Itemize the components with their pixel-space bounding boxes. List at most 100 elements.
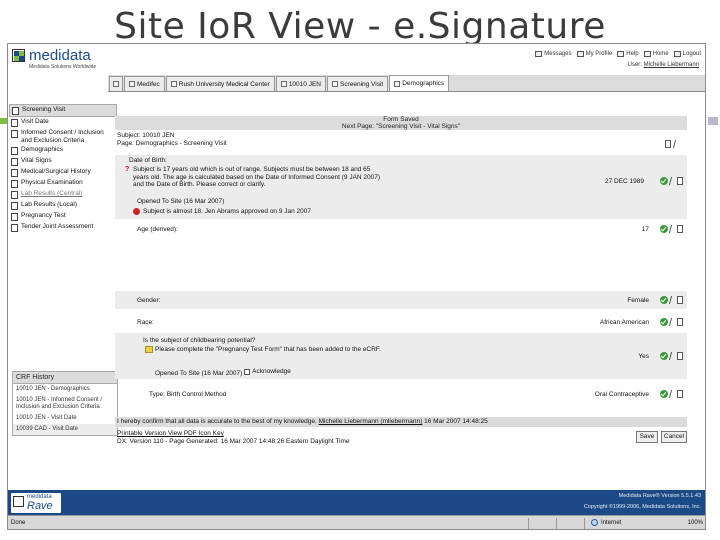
tab-subject[interactable]: 10010 JEN <box>275 76 326 91</box>
folder-icon <box>129 81 135 87</box>
rave-logo: medidata Rave <box>11 493 61 513</box>
age-value: 17 <box>641 226 649 233</box>
audit-icon[interactable] <box>677 352 683 360</box>
folder-icon <box>331 81 338 87</box>
field-row-birth-control: Type: Birth Control Method Oral Contrace… <box>115 387 687 405</box>
nav-item-lab-central[interactable]: Lab Results (Central) <box>9 189 117 200</box>
field-actions <box>660 296 683 304</box>
pencil-icon[interactable] <box>668 318 677 326</box>
nav-item-physical-exam[interactable]: Physical Examination <box>9 178 117 189</box>
verified-check-icon[interactable] <box>660 390 668 398</box>
medidata-logo[interactable]: medidata Medidata Solutions Worldwide <box>12 47 112 71</box>
browser-window: medidata Medidata Solutions Worldwide Me… <box>7 43 706 530</box>
verified-check-icon[interactable] <box>660 318 668 326</box>
app-footer: medidata Rave Medidata Rave® Version 5.5… <box>8 490 705 515</box>
visit-navigation: Screening Visit Visit Date Informed Cons… <box>9 104 118 476</box>
save-button[interactable]: Save <box>636 431 658 443</box>
audit-icon[interactable] <box>677 296 683 304</box>
crf-history-item[interactable]: 10039 CAD - Visit Date <box>13 424 117 435</box>
help-link[interactable]: Help <box>617 51 639 57</box>
version-info: DX: Version 110 - Page Generated: 16 Mar… <box>117 437 350 445</box>
cancel-button[interactable]: Cancel <box>661 431 687 443</box>
pencil-icon[interactable] <box>668 352 677 360</box>
audit-icon[interactable] <box>677 177 683 185</box>
audit-icon[interactable] <box>677 225 683 233</box>
audit-icon[interactable] <box>677 318 683 326</box>
stop-icon <box>133 208 140 215</box>
page-tools <box>665 140 681 148</box>
field-label: Type: Birth Control Method <box>149 391 227 398</box>
tab-home[interactable] <box>109 76 123 91</box>
sticky-note: Please complete the "Pregnancy Test Form… <box>145 346 405 354</box>
field-actions <box>660 352 683 360</box>
crf-form: Form Saved Next Page: "Screening Visit -… <box>115 104 687 445</box>
field-label: Gender: <box>137 297 161 304</box>
crf-history-item[interactable]: 10010 JEN - Visit Date <box>13 413 117 424</box>
tab-site[interactable]: Rush University Medical Center <box>165 76 275 91</box>
nav-item-pregnancy-test[interactable]: Pregnancy Test <box>9 211 117 222</box>
logout-link[interactable]: Logout <box>673 51 701 57</box>
status-text: Done <box>11 520 26 526</box>
document-icon <box>11 191 18 199</box>
pencil-icon[interactable] <box>668 296 677 304</box>
sticky-opened-status: Opened To Site (16 Mar 2007) Acknowledge <box>155 368 291 377</box>
print-links[interactable]: Printable Version View PDF Icon Key <box>117 430 350 438</box>
next-page-link[interactable]: Next Page: "Screening Visit - Vital Sign… <box>115 123 687 130</box>
verified-check-icon[interactable] <box>660 177 668 185</box>
verified-check-icon[interactable] <box>660 225 668 233</box>
my-profile-link[interactable]: My Profile <box>576 51 612 57</box>
approval-note: Subject is almost 18. Jen Abrams approve… <box>133 208 311 216</box>
house-icon <box>113 81 119 87</box>
verified-check-icon[interactable] <box>660 352 668 360</box>
medidata-logo-icon <box>12 49 25 62</box>
zoom-level[interactable]: 100% <box>688 520 703 526</box>
nav-item-screening-visit[interactable]: Screening Visit <box>9 104 117 117</box>
verified-check-icon[interactable] <box>660 296 668 304</box>
sticky-note-icon <box>145 346 153 353</box>
user-name-link[interactable]: Michelle Liebermann <box>644 62 699 68</box>
footer-copyright: Copyright ©1999-2006, Medidata Solutions… <box>583 504 701 510</box>
pencil-icon[interactable] <box>668 177 677 185</box>
document-icon <box>11 130 18 138</box>
crf-history-title: CRF History <box>13 372 117 384</box>
nav-item-medical-history[interactable]: Medical/Surgical History <box>9 167 117 178</box>
pencil-icon[interactable] <box>668 390 677 398</box>
field-actions <box>660 390 683 398</box>
status-divider <box>528 518 529 529</box>
globe-icon <box>591 519 598 526</box>
form-saved-banner: Form Saved Next Page: "Screening Visit -… <box>115 116 687 130</box>
status-divider <box>584 518 585 529</box>
tab-visit[interactable]: Screening Visit <box>326 76 389 91</box>
field-actions <box>660 177 683 185</box>
pencil-icon[interactable] <box>668 225 677 233</box>
medidata-logo-icon <box>13 496 24 507</box>
signature-icon[interactable] <box>665 140 671 148</box>
nav-item-lab-local[interactable]: Lab Results (Local) <box>9 200 117 211</box>
query-message: ? Subject is 17 years old which is out o… <box>125 166 381 188</box>
query-opened-status: Opened To Site (16 Mar 2007) <box>137 198 225 205</box>
field-label: Date of Birth: <box>129 157 167 164</box>
document-icon <box>11 119 18 127</box>
field-row-childbearing: Is the subject of childbearing potential… <box>115 333 687 379</box>
crf-history-item[interactable]: 10010 JEN - Demographics <box>13 384 117 395</box>
nav-item-tender-joint[interactable]: Tender Joint Assessment <box>9 222 117 233</box>
nav-item-visit-date[interactable]: Visit Date <box>9 117 117 128</box>
messages-link[interactable]: Messages <box>535 51 572 57</box>
folder-icon <box>12 107 19 115</box>
subject-label: Subject: 10010 JEN <box>117 132 175 139</box>
header-links: Messages My Profile Help Home Logout <box>535 51 701 57</box>
tab-demographics[interactable]: Demographics <box>389 75 450 91</box>
nav-item-vital-signs[interactable]: Vital Signs <box>9 156 117 167</box>
nav-item-demographics[interactable]: Demographics <box>9 145 117 156</box>
crf-history-item[interactable]: 10010 JEN - Informed Consent / Inclusion… <box>13 395 117 413</box>
tab-study[interactable]: Medifec <box>124 76 165 91</box>
nav-item-informed-consent[interactable]: Informed Consent / Inclusion and Exclusi… <box>9 128 117 145</box>
slide-accent-right <box>708 117 718 125</box>
field-row-gender: Gender: Female <box>115 291 687 309</box>
crf-history-panel: CRF History 10010 JEN - Demographics 100… <box>12 371 118 436</box>
acknowledge-checkbox[interactable]: Acknowledge <box>244 368 291 376</box>
pencil-icon[interactable] <box>672 140 681 148</box>
audit-icon[interactable] <box>677 390 683 398</box>
home-link[interactable]: Home <box>643 51 669 57</box>
subject-page-info: Subject: 10010 JEN Page: Demographics - … <box>117 132 227 147</box>
